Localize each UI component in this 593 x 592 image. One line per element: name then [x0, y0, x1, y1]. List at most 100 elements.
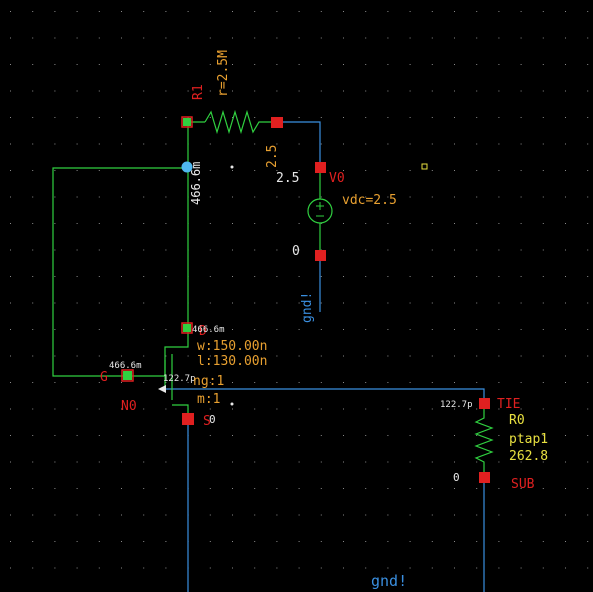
- grid-dot: [565, 302, 566, 304]
- grid-dot: [298, 329, 300, 330]
- grid-dot: [431, 302, 433, 304]
- grid-dot: [76, 567, 78, 569]
- grid-dot: [98, 488, 100, 489]
- grid-dot: [209, 117, 211, 118]
- r1-node-voltage: 466.6m: [189, 162, 203, 205]
- grid-dot: [343, 329, 344, 330]
- r0-value: 262.8: [509, 449, 548, 464]
- grid-dot: [232, 382, 233, 383]
- grid-dot: [498, 11, 500, 12]
- grid-dot: [232, 249, 233, 251]
- r1-pin-right[interactable]: [271, 117, 283, 128]
- grid-dot: [276, 64, 278, 65]
- grid-dot: [232, 276, 233, 277]
- grid-dot: [476, 117, 478, 118]
- grid-dot: [254, 276, 256, 277]
- grid-dot: [387, 90, 389, 92]
- grid-dot: [209, 408, 211, 410]
- grid-dot: [98, 37, 100, 39]
- r0-bottom-voltage: 0: [453, 471, 460, 484]
- v0-top-voltage: 2.5: [276, 171, 299, 186]
- grid-dot: [98, 90, 100, 92]
- grid-dot: [343, 488, 344, 489]
- grid-dot: [143, 567, 145, 569]
- grid-dot: [409, 408, 411, 410]
- grid-dot: [476, 514, 478, 516]
- grid-dot: [32, 488, 34, 489]
- grid-dot: [165, 11, 167, 12]
- grid-dot: [187, 37, 189, 39]
- grid-dot: [10, 302, 11, 304]
- grid-dot: [165, 249, 167, 251]
- grid-dot: [143, 355, 145, 357]
- grid-dot: [431, 37, 433, 39]
- grid-dot: [454, 382, 455, 383]
- grid-dot: [76, 302, 78, 304]
- grid-dot: [98, 170, 100, 171]
- grid-dot: [54, 302, 56, 304]
- resistor-r0-zigzag: [474, 404, 494, 478]
- grid-dot: [232, 514, 233, 516]
- grid-dot: [498, 37, 500, 39]
- grid-dot: [98, 514, 100, 516]
- grid-dot: [298, 11, 300, 12]
- grid-dot: [209, 541, 211, 542]
- grid-dot: [276, 90, 278, 92]
- grid-dot: [343, 435, 344, 436]
- grid-dot: [520, 143, 522, 145]
- grid-dot: [320, 276, 322, 277]
- grid-dot: [565, 143, 566, 145]
- grid-dot: [254, 170, 256, 171]
- r0-cell-name: ptap1: [509, 432, 548, 447]
- grid-dot: [276, 567, 278, 569]
- grid-dot: [431, 90, 433, 92]
- grid-dot: [76, 461, 78, 463]
- v0-pin-top[interactable]: [315, 162, 326, 173]
- grid-dot: [254, 11, 256, 12]
- schematic-canvas[interactable]: R1 r=2.5M 466.6m 2.5 2.5 V0 vdc=2.5 0 gn…: [0, 0, 593, 592]
- grid-dot: [76, 514, 78, 516]
- grid-dot: [431, 514, 433, 516]
- grid-dot: [54, 355, 56, 357]
- grid-dot: [454, 37, 455, 39]
- grid-dot: [365, 488, 367, 489]
- grid-dot: [343, 567, 344, 569]
- grid-dot: [343, 355, 344, 357]
- grid-dot: [498, 170, 500, 171]
- grid-dot: [409, 302, 411, 304]
- grid-dot: [365, 143, 367, 145]
- grid-dot: [54, 11, 56, 12]
- grid-dot: [476, 435, 478, 436]
- grid-dot: [409, 567, 411, 569]
- grid-dot: [254, 435, 256, 436]
- grid-dot: [121, 514, 122, 516]
- bottom-ground-label: gnd!: [371, 572, 407, 590]
- grid-dot: [143, 435, 145, 436]
- grid-dot: [143, 37, 145, 39]
- grid-dot: [32, 90, 34, 92]
- grid-dot: [454, 90, 455, 92]
- grid-dot: [254, 461, 256, 463]
- r0-tie-pin[interactable]: [479, 398, 490, 409]
- grid-dot: [54, 170, 56, 171]
- v0-pin-bottom[interactable]: [315, 250, 326, 261]
- grid-dot: [298, 64, 300, 65]
- r0-sub-pin[interactable]: [479, 472, 490, 483]
- nmos-source-pin[interactable]: [182, 413, 194, 425]
- grid-dot: [520, 329, 522, 330]
- grid-dot: [276, 461, 278, 463]
- grid-dot: [387, 567, 389, 569]
- grid-dot: [476, 488, 478, 489]
- v0-ground-label: gnd!: [300, 292, 315, 323]
- grid-dot: [10, 567, 11, 569]
- grid-dot: [232, 408, 233, 410]
- grid-dot: [520, 302, 522, 304]
- grid-dot: [298, 382, 300, 383]
- grid-dot: [431, 276, 433, 277]
- grid-dot: [565, 170, 566, 171]
- grid-dot: [542, 249, 544, 251]
- grid-dot: [387, 249, 389, 251]
- grid-dot: [520, 196, 522, 198]
- grid-dot: [276, 435, 278, 436]
- grid-dot: [143, 249, 145, 251]
